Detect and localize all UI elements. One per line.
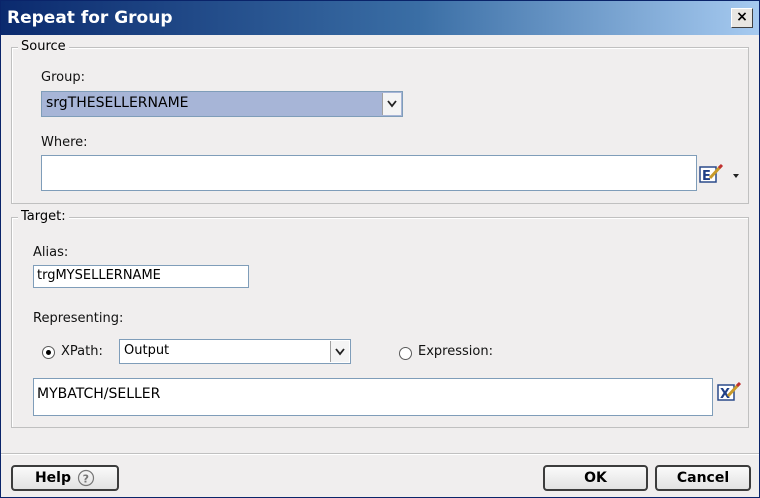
help-circle-icon: ? xyxy=(77,469,95,487)
chevron-down-icon xyxy=(335,347,345,355)
help-button-label: Help xyxy=(34,470,72,486)
chevron-down-icon xyxy=(387,100,397,108)
expression-label: Expression: xyxy=(418,344,493,359)
xpath-type-value: Output xyxy=(124,343,170,358)
ok-button-label: OK xyxy=(584,470,607,486)
expression-radio[interactable] xyxy=(399,347,412,360)
where-input[interactable] xyxy=(41,155,697,191)
representing-label: Representing: xyxy=(33,311,124,326)
group-select-value: srgTHESELLERNAME xyxy=(46,95,189,111)
xpath-path-input[interactable]: MYBATCH/SELLER xyxy=(33,378,713,416)
target-legend: Target: xyxy=(18,209,69,224)
bottom-separator xyxy=(1,453,759,455)
svg-text:?: ? xyxy=(83,473,89,486)
group-dropdown-arrow[interactable] xyxy=(382,93,401,115)
source-legend: Source xyxy=(18,39,69,54)
repeat-for-group-dialog: Repeat for Group × Source Group: srgTHES… xyxy=(0,0,760,498)
help-button[interactable]: Help ? xyxy=(11,465,119,491)
alias-input[interactable]: trgMYSELLERNAME xyxy=(33,265,249,288)
close-button[interactable]: × xyxy=(731,8,753,28)
edit-expression-icon: E xyxy=(699,163,739,184)
alias-label: Alias: xyxy=(33,245,69,260)
group-select[interactable]: srgTHESELLERNAME xyxy=(41,91,403,117)
xpath-radio[interactable] xyxy=(42,346,55,359)
cancel-button-label: Cancel xyxy=(676,470,730,486)
title-bar[interactable]: Repeat for Group × xyxy=(1,1,759,35)
radio-selected-dot xyxy=(46,350,51,355)
where-label: Where: xyxy=(41,135,88,150)
edit-where-button[interactable]: E xyxy=(699,163,739,185)
group-label: Group: xyxy=(41,70,85,85)
edit-xpath-button[interactable]: X xyxy=(717,381,742,403)
xpath-type-dropdown-arrow[interactable] xyxy=(330,341,349,362)
close-icon: × xyxy=(736,9,748,25)
edit-xpath-icon: X xyxy=(717,381,742,402)
xpath-label: XPath: xyxy=(61,344,103,359)
xpath-type-select[interactable]: Output xyxy=(119,339,351,364)
cancel-button[interactable]: Cancel xyxy=(655,465,751,491)
dialog-title: Repeat for Group xyxy=(7,8,173,28)
ok-button[interactable]: OK xyxy=(543,465,648,491)
